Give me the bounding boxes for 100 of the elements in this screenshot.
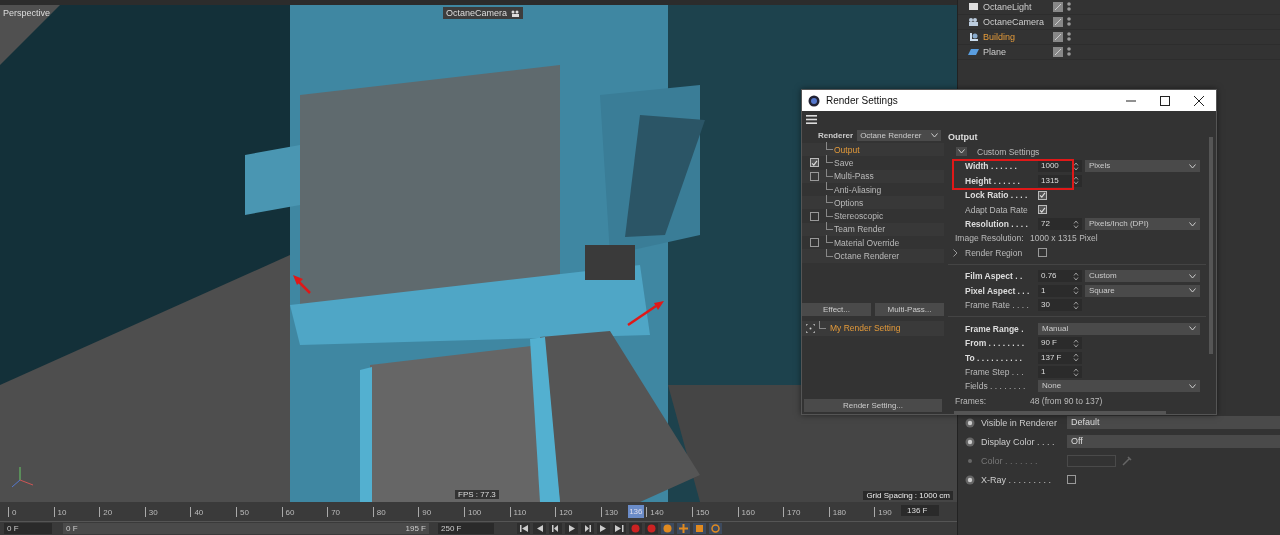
number-field[interactable]: 90 F: [1038, 337, 1082, 350]
last-frame-icon: [615, 524, 624, 533]
number-field[interactable]: 0.76: [1038, 270, 1082, 283]
spinner-icon: [1073, 338, 1079, 348]
end-frame-field[interactable]: 250 F: [438, 523, 494, 534]
close-icon: [1194, 95, 1204, 106]
range-slider[interactable]: 0 F 195 F: [63, 523, 429, 534]
scrollbar[interactable]: [1209, 137, 1213, 354]
tick-label: 120: [558, 508, 573, 517]
plane-icon: [968, 47, 979, 57]
tree-item[interactable]: Save: [833, 157, 854, 168]
info-label: Frames:: [955, 395, 988, 406]
number-field[interactable]: 1: [1038, 284, 1082, 297]
number-field[interactable]: 1: [1038, 366, 1082, 379]
checkbox[interactable]: [1067, 475, 1076, 484]
attribute-dropdown[interactable]: Default: [1067, 416, 1280, 429]
keyframe-button[interactable]: [661, 523, 674, 534]
section-title: Output: [948, 131, 979, 144]
menu-button[interactable]: [806, 114, 817, 124]
field-label: Film Aspect . .: [965, 271, 1024, 282]
render-setting-icon: [806, 323, 815, 333]
info-label: Image Resolution:: [955, 233, 1025, 244]
camera-label[interactable]: OctaneCamera: [443, 7, 524, 19]
record-button[interactable]: [645, 523, 658, 534]
start-frame-field[interactable]: 0 F: [4, 523, 52, 534]
window-title: Render Settings: [826, 95, 899, 106]
tree-item[interactable]: Output: [833, 144, 860, 155]
number-field[interactable]: 72: [1038, 218, 1082, 230]
play-button[interactable]: [565, 523, 578, 534]
previous-frame-button[interactable]: [549, 523, 562, 534]
previous-key-button[interactable]: [533, 523, 546, 534]
checkbox[interactable]: [809, 171, 819, 181]
scrollbar[interactable]: [954, 411, 1166, 414]
expand-button[interactable]: [956, 147, 967, 157]
number-field[interactable]: 137 F: [1038, 351, 1082, 364]
previous-frame-icon: [551, 524, 560, 533]
tick-label: 140: [649, 508, 664, 517]
group-icon: [968, 32, 979, 42]
spinner-icon: [1073, 286, 1079, 296]
move-button[interactable]: [677, 523, 690, 534]
object-row[interactable]: Building: [958, 30, 1280, 45]
number-field[interactable]: 1315: [1038, 174, 1082, 187]
next-frame-button[interactable]: [581, 523, 594, 534]
dropdown[interactable]: Pixels: [1085, 160, 1200, 173]
checkbox[interactable]: [809, 238, 819, 248]
checkbox[interactable]: [1038, 205, 1047, 215]
object-row[interactable]: OctaneCamera: [958, 15, 1280, 30]
renderer-dropdown[interactable]: Octane Renderer: [857, 130, 942, 141]
attribute-dropdown[interactable]: Off: [1067, 435, 1280, 448]
field-label: Lock Ratio . . . .: [965, 190, 1029, 201]
dropdown[interactable]: Custom: [1085, 270, 1200, 283]
effect-button[interactable]: Effect...: [802, 302, 871, 316]
object-row[interactable]: Plane: [958, 45, 1280, 60]
annotation-arrow: [627, 301, 664, 327]
play-icon: [567, 524, 576, 533]
checkbox[interactable]: [809, 158, 819, 168]
visibility-dots-icon: [1066, 2, 1072, 12]
app-logo-icon: [808, 94, 820, 107]
tick-label: 80: [375, 508, 386, 517]
eyedropper-icon: [1122, 455, 1132, 466]
dropdown[interactable]: Manual: [1038, 322, 1200, 335]
tree-item[interactable]: Anti-Aliasing: [833, 184, 882, 195]
number-field[interactable]: 30: [1038, 299, 1082, 312]
field-label: Frame Rate . . . .: [965, 300, 1030, 311]
next-key-button[interactable]: [597, 523, 610, 534]
rotate-button[interactable]: [709, 523, 722, 534]
scale-button[interactable]: [693, 523, 706, 534]
first-frame-button[interactable]: [517, 523, 530, 534]
frame-field[interactable]: 136 F: [901, 505, 939, 516]
tick-label: 180: [831, 508, 847, 517]
render-setting-button[interactable]: Render Setting...: [804, 399, 942, 412]
annotation-arrow: [293, 275, 311, 294]
dropdown[interactable]: Square: [1085, 284, 1200, 297]
object-row[interactable]: OctaneLight: [958, 0, 1280, 15]
scale-icon: [695, 524, 704, 533]
checkbox[interactable]: [1038, 248, 1047, 258]
dropdown[interactable]: Pixels/Inch (DPI): [1085, 218, 1200, 230]
checkbox[interactable]: [809, 211, 819, 221]
tree-item[interactable]: Options: [833, 197, 864, 208]
viewport-label: Perspective: [3, 8, 51, 18]
last-frame-button[interactable]: [613, 523, 626, 534]
animation-radio-icon: [965, 417, 975, 428]
attribute-label: Display Color . . . .: [981, 436, 1056, 447]
keyframe-icon: [663, 524, 672, 533]
spinner-icon: [1073, 176, 1079, 186]
group-label: Custom Settings: [977, 146, 1040, 157]
light-icon: [968, 2, 979, 12]
multi-pass-button[interactable]: Multi-Pass...: [875, 302, 944, 316]
grid-spacing-readout: Grid Spacing : 1000 cm: [863, 491, 953, 500]
rotate-icon: [711, 524, 720, 533]
tick-label: 60: [284, 508, 295, 517]
dropdown[interactable]: None: [1038, 380, 1200, 393]
tree-item[interactable]: Stereoscopic: [833, 211, 884, 222]
fps-readout: FPS : 77.3: [455, 490, 499, 499]
maximize-icon: [1160, 95, 1170, 106]
checkbox[interactable]: [1038, 190, 1047, 200]
layer-swatch-icon: [1053, 17, 1063, 27]
tick-label: 10: [56, 508, 67, 517]
animation-radio-icon: [965, 474, 975, 485]
tree-item[interactable]: Material Override: [833, 237, 900, 248]
